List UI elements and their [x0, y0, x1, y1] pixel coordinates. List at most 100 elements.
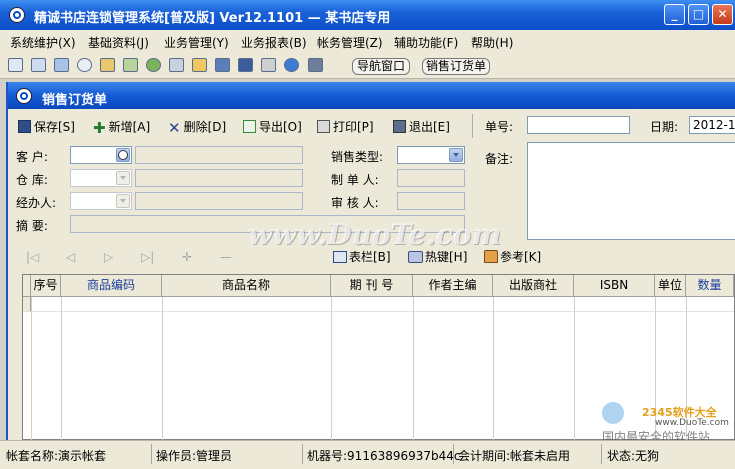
- delete-record-button[interactable]: —: [220, 250, 232, 264]
- grid-line: [413, 297, 414, 441]
- warehouse-select[interactable]: [70, 169, 132, 187]
- remark-label: 备注:: [485, 152, 514, 166]
- grid-icon[interactable]: [8, 58, 23, 72]
- row-line: [23, 311, 734, 312]
- chevron-down-icon[interactable]: [116, 148, 130, 162]
- corner-watermark-url: www.DuoTe.com: [655, 418, 729, 428]
- delete-button[interactable]: ✕ 删除[D]: [168, 118, 226, 137]
- menu-business[interactable]: 业务管理(Y): [164, 34, 229, 51]
- keyboard-icon: [408, 251, 423, 263]
- exit-door-icon: [393, 120, 406, 133]
- exit-icon[interactable]: [308, 58, 323, 72]
- col-product-name[interactable]: 商品名称: [162, 275, 331, 297]
- warehouse-name-field: [135, 169, 303, 187]
- status-bar: 帐套名称:演示帐套 操作员:管理员 机器号:91163896937b44c 会计…: [0, 440, 735, 469]
- col-unit[interactable]: 单位: [655, 275, 686, 297]
- col-issue-no[interactable]: 期 刊 号: [331, 275, 413, 297]
- sales-order-tab-button[interactable]: 销售订货单: [422, 58, 490, 75]
- close-button[interactable]: ✕: [712, 4, 733, 25]
- printer-icon: [317, 120, 330, 133]
- grid-line: [31, 297, 32, 441]
- grid-line: [331, 297, 332, 441]
- col-product-code[interactable]: 商品编码: [61, 275, 162, 297]
- customer-label: 客 户:: [16, 150, 48, 164]
- grid-line: [61, 297, 62, 441]
- main-title-bar: 精诚书店连锁管理系统[普及版] Ver12.1101 — 某书店专用 _ □ ✕: [0, 0, 735, 30]
- main-toolbar: 导航窗口 销售订货单: [0, 52, 735, 79]
- menu-bar: 系统维护(X) 基础资料(J) 业务管理(Y) 业务报表(B) 帐务管理(Z) …: [0, 30, 735, 52]
- maximize-button[interactable]: □: [688, 4, 709, 25]
- child-logo-icon: [16, 88, 32, 104]
- home-icon: [484, 250, 498, 263]
- watermark-text: www.DuoTe.com: [248, 218, 502, 251]
- summary-label: 摘 要:: [16, 219, 48, 233]
- status-state: 状态:无狗: [607, 449, 660, 463]
- toolbar-divider: [472, 114, 473, 138]
- list-icon[interactable]: [31, 58, 46, 72]
- export-button[interactable]: 导出[O]: [243, 118, 302, 135]
- status-operator: 操作员:管理员: [156, 449, 233, 463]
- save-button[interactable]: 保存[S]: [18, 118, 75, 135]
- next-record-button[interactable]: ▷: [104, 250, 113, 264]
- new-button[interactable]: ✚ 新增[A]: [93, 118, 150, 136]
- menu-reports[interactable]: 业务报表(B): [241, 34, 307, 51]
- auditor-field: [397, 192, 465, 210]
- chevron-down-icon[interactable]: [116, 194, 130, 208]
- status-period: 会计期间:帐套未启用: [458, 449, 571, 463]
- folder-icon[interactable]: [192, 58, 207, 72]
- menu-help[interactable]: 帮助(H): [471, 34, 513, 51]
- handler-label: 经办人:: [16, 196, 57, 210]
- card-icon[interactable]: [215, 58, 230, 72]
- grid-line: [162, 297, 163, 441]
- remark-textarea[interactable]: [527, 142, 735, 240]
- auditor-label: 审 核 人:: [331, 196, 379, 210]
- creator-label: 制 单 人:: [331, 173, 379, 187]
- save-icon[interactable]: [238, 58, 253, 72]
- help-icon[interactable]: [284, 58, 299, 72]
- transfer-icon[interactable]: [169, 58, 184, 72]
- first-record-button[interactable]: |◁: [26, 250, 39, 264]
- mascot-icon: [602, 402, 624, 424]
- nav-window-button[interactable]: 导航窗口: [352, 58, 410, 75]
- status-divider: [302, 444, 303, 464]
- date-input[interactable]: 2012-1: [689, 116, 735, 134]
- doc-no-input[interactable]: [527, 116, 630, 134]
- menu-accounts[interactable]: 帐务管理(Z): [317, 34, 383, 51]
- status-account: 帐套名称:演示帐套: [6, 449, 107, 463]
- col-seq[interactable]: 序号: [31, 275, 61, 297]
- arrow-icon[interactable]: [123, 58, 138, 72]
- customer-name-field: [135, 146, 303, 164]
- customer-select[interactable]: [70, 146, 132, 164]
- col-author[interactable]: 作者主编: [413, 275, 493, 297]
- col-isbn[interactable]: ISBN: [574, 275, 655, 297]
- minimize-button[interactable]: _: [664, 4, 685, 25]
- print-icon[interactable]: [261, 58, 276, 72]
- sales-type-label: 销售类型:: [331, 150, 384, 164]
- grid-line: [493, 297, 494, 441]
- prev-record-button[interactable]: ◁: [66, 250, 75, 264]
- insert-record-button[interactable]: ✛: [182, 250, 192, 264]
- window-title: 精诚书店连锁管理系统[普及版] Ver12.1101 — 某书店专用: [34, 11, 391, 26]
- print-button[interactable]: 打印[P]: [317, 118, 374, 135]
- corner-watermark: 2345软件大全 www.DuoTe.com 国内最安全的软件站: [602, 400, 735, 444]
- last-record-button[interactable]: ▷|: [141, 250, 154, 264]
- exit-button[interactable]: 退出[E]: [393, 118, 450, 135]
- sales-order-window: 销售订货单 保存[S] ✚ 新增[A] ✕ 删除[D] 导出[O] 打印[P] 退出…: [6, 82, 735, 441]
- search-icon[interactable]: [77, 58, 92, 72]
- sales-type-select[interactable]: [397, 146, 465, 164]
- col-quantity[interactable]: 数量: [686, 275, 734, 297]
- people-icon[interactable]: [146, 58, 161, 72]
- chevron-down-icon[interactable]: [449, 148, 463, 162]
- menu-system-maintenance[interactable]: 系统维护(X): [10, 34, 76, 51]
- table-icon: [333, 251, 347, 263]
- creator-field: [397, 169, 465, 187]
- menu-tools[interactable]: 辅助功能(F): [394, 34, 458, 51]
- report-icon[interactable]: [100, 58, 115, 72]
- handler-select[interactable]: [70, 192, 132, 210]
- chevron-down-icon[interactable]: [116, 171, 130, 185]
- row-indicator-header: [23, 275, 31, 297]
- cross-icon: ✕: [168, 119, 181, 137]
- menu-basic-data[interactable]: 基础资料(J): [88, 34, 149, 51]
- col-publisher[interactable]: 出版商社: [493, 275, 574, 297]
- window-icon[interactable]: [54, 58, 69, 72]
